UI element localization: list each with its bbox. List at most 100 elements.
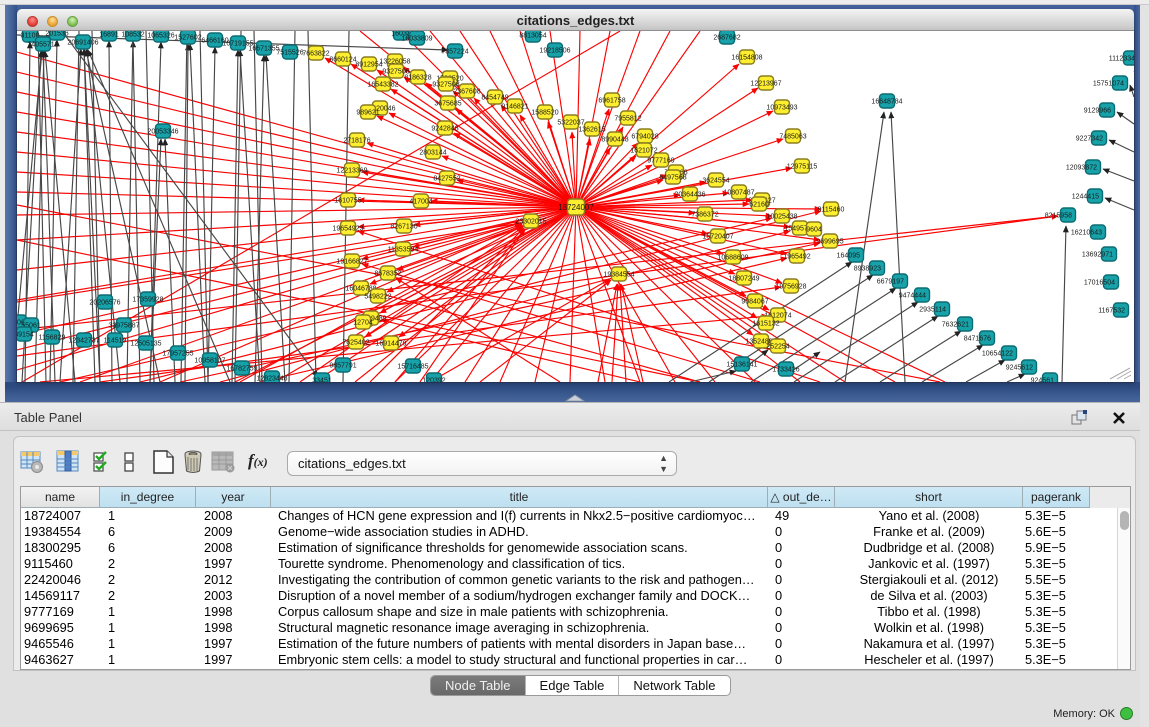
svg-text:19218506: 19218506 xyxy=(539,48,570,55)
svg-text:1156829: 1156829 xyxy=(39,335,66,342)
svg-text:7515526: 7515526 xyxy=(276,50,303,57)
svg-text:12704: 12704 xyxy=(353,320,373,327)
svg-text:8471676: 8471676 xyxy=(964,336,991,343)
svg-text:8990448: 8990448 xyxy=(601,137,628,144)
svg-text:17359928: 17359928 xyxy=(132,297,163,304)
svg-text:14055712: 14055712 xyxy=(27,42,58,49)
svg-text:16914479: 16914479 xyxy=(375,341,406,348)
svg-text:11353594: 11353594 xyxy=(388,247,419,254)
svg-text:15720407: 15720407 xyxy=(702,234,733,241)
svg-text:10958107: 10958107 xyxy=(194,358,225,365)
svg-text:417004: 417004 xyxy=(409,199,432,206)
svg-text:20691406: 20691406 xyxy=(67,40,98,47)
svg-text:7955812: 7955812 xyxy=(614,116,641,123)
svg-text:2367608: 2367608 xyxy=(453,89,480,96)
svg-text:120392: 120392 xyxy=(422,378,445,383)
svg-text:17016504: 17016504 xyxy=(1084,280,1115,287)
svg-text:62160: 62160 xyxy=(749,202,769,209)
svg-text:7632621: 7632621 xyxy=(942,322,969,329)
svg-text:9245612: 9245612 xyxy=(1006,365,1033,372)
svg-text:5322037: 5322037 xyxy=(557,120,584,127)
svg-text:16891: 16891 xyxy=(99,32,119,39)
svg-text:1244415: 1244415 xyxy=(1072,194,1099,201)
svg-text:1362615: 1362615 xyxy=(578,127,605,134)
svg-text:13692971: 13692971 xyxy=(1082,252,1113,259)
svg-text:2718176: 2718176 xyxy=(343,138,370,145)
svg-text:16210643: 16210643 xyxy=(1071,230,1102,237)
svg-text:16154808: 16154808 xyxy=(731,55,762,62)
svg-text:16543382: 16543382 xyxy=(367,82,398,89)
svg-text:8186328: 8186328 xyxy=(404,75,431,82)
svg-text:924561: 924561 xyxy=(1031,378,1054,383)
svg-text:15751074: 15751074 xyxy=(1093,81,1124,88)
svg-text:9777169: 9777169 xyxy=(647,158,674,165)
svg-text:20053346: 20053346 xyxy=(147,129,178,136)
svg-text:33451: 33451 xyxy=(312,378,332,383)
svg-text:6794028: 6794028 xyxy=(631,134,658,141)
svg-text:6497568: 6497568 xyxy=(659,175,686,182)
svg-text:201536: 201536 xyxy=(45,31,68,38)
svg-text:114519: 114519 xyxy=(104,338,127,345)
svg-text:12093872: 12093872 xyxy=(1066,165,1097,172)
svg-text:18807249: 18807249 xyxy=(728,276,759,283)
svg-text:2935114: 2935114 xyxy=(919,307,946,314)
svg-text:7485063: 7485063 xyxy=(779,134,806,141)
svg-text:16671355: 16671355 xyxy=(248,46,279,53)
svg-text:9699695: 9699695 xyxy=(816,239,843,246)
svg-text:8813054: 8813054 xyxy=(519,33,546,40)
svg-text:15716485: 15716485 xyxy=(397,364,428,371)
svg-text:12213967: 12213967 xyxy=(750,81,781,88)
svg-text:8427552: 8427552 xyxy=(433,176,460,183)
svg-text:2687682: 2687682 xyxy=(713,35,740,42)
svg-text:10025438: 10025438 xyxy=(766,214,797,221)
svg-text:1965492: 1965492 xyxy=(783,254,810,261)
svg-text:19654923: 19654923 xyxy=(332,226,363,233)
svg-text:8454749: 8454749 xyxy=(481,95,508,102)
svg-text:1588520: 1588520 xyxy=(531,110,558,117)
svg-text:7663822: 7663822 xyxy=(302,51,329,58)
svg-text:19756928: 19756928 xyxy=(775,284,806,291)
svg-text:12823448: 12823448 xyxy=(256,376,287,383)
svg-text:17957255: 17957255 xyxy=(162,351,193,358)
svg-text:15136141: 15136141 xyxy=(726,362,757,369)
svg-text:12975115: 12975115 xyxy=(787,164,818,171)
svg-text:18724007: 18724007 xyxy=(558,203,594,212)
svg-text:1615132: 1615132 xyxy=(752,321,779,328)
svg-text:1065326: 1065326 xyxy=(147,33,174,40)
svg-text:1733426: 1733426 xyxy=(772,367,799,374)
svg-text:10807487: 10807487 xyxy=(723,190,754,197)
svg-text:10654122: 10654122 xyxy=(982,351,1013,358)
svg-text:108532: 108532 xyxy=(121,32,144,39)
svg-text:7386372: 7386372 xyxy=(691,212,718,219)
svg-text:16648784: 16648784 xyxy=(871,99,902,106)
svg-text:10973493: 10973493 xyxy=(766,105,797,112)
svg-text:8215958: 8215958 xyxy=(1045,213,1072,220)
svg-text:1621072: 1621072 xyxy=(630,148,657,155)
svg-text:5498222: 5498222 xyxy=(364,294,391,301)
svg-text:1112334: 1112334 xyxy=(1109,56,1134,63)
svg-text:7357224: 7357224 xyxy=(441,49,468,56)
svg-text:8938923: 8938923 xyxy=(854,266,881,273)
svg-text:12213369: 12213369 xyxy=(336,168,367,175)
svg-text:9115460: 9115460 xyxy=(818,207,845,214)
svg-text:19384554: 19384554 xyxy=(603,272,634,279)
svg-text:9129966: 9129966 xyxy=(1084,108,1111,115)
svg-text:20206576: 20206576 xyxy=(89,300,120,307)
svg-text:20364436: 20364436 xyxy=(674,192,705,199)
svg-text:8660124: 8660124 xyxy=(329,57,356,64)
svg-text:16033809: 16033809 xyxy=(401,36,432,43)
svg-text:9242848: 9242848 xyxy=(431,126,458,133)
svg-text:9084067: 9084067 xyxy=(741,299,768,306)
svg-text:12342737: 12342737 xyxy=(68,338,99,345)
svg-text:9857791: 9857791 xyxy=(329,363,356,370)
svg-text:39154: 39154 xyxy=(17,332,34,339)
svg-text:9146821: 9146821 xyxy=(501,104,528,111)
svg-text:9474444: 9474444 xyxy=(899,293,926,300)
svg-text:1167532: 1167532 xyxy=(1098,308,1125,315)
svg-text:8678352: 8678352 xyxy=(374,271,401,278)
svg-text:8267130: 8267130 xyxy=(390,224,417,231)
svg-text:1527602: 1527602 xyxy=(174,35,201,42)
svg-text:2803144: 2803144 xyxy=(419,150,446,157)
svg-text:23302015: 23302015 xyxy=(515,219,546,226)
svg-text:9604: 9604 xyxy=(806,227,822,234)
